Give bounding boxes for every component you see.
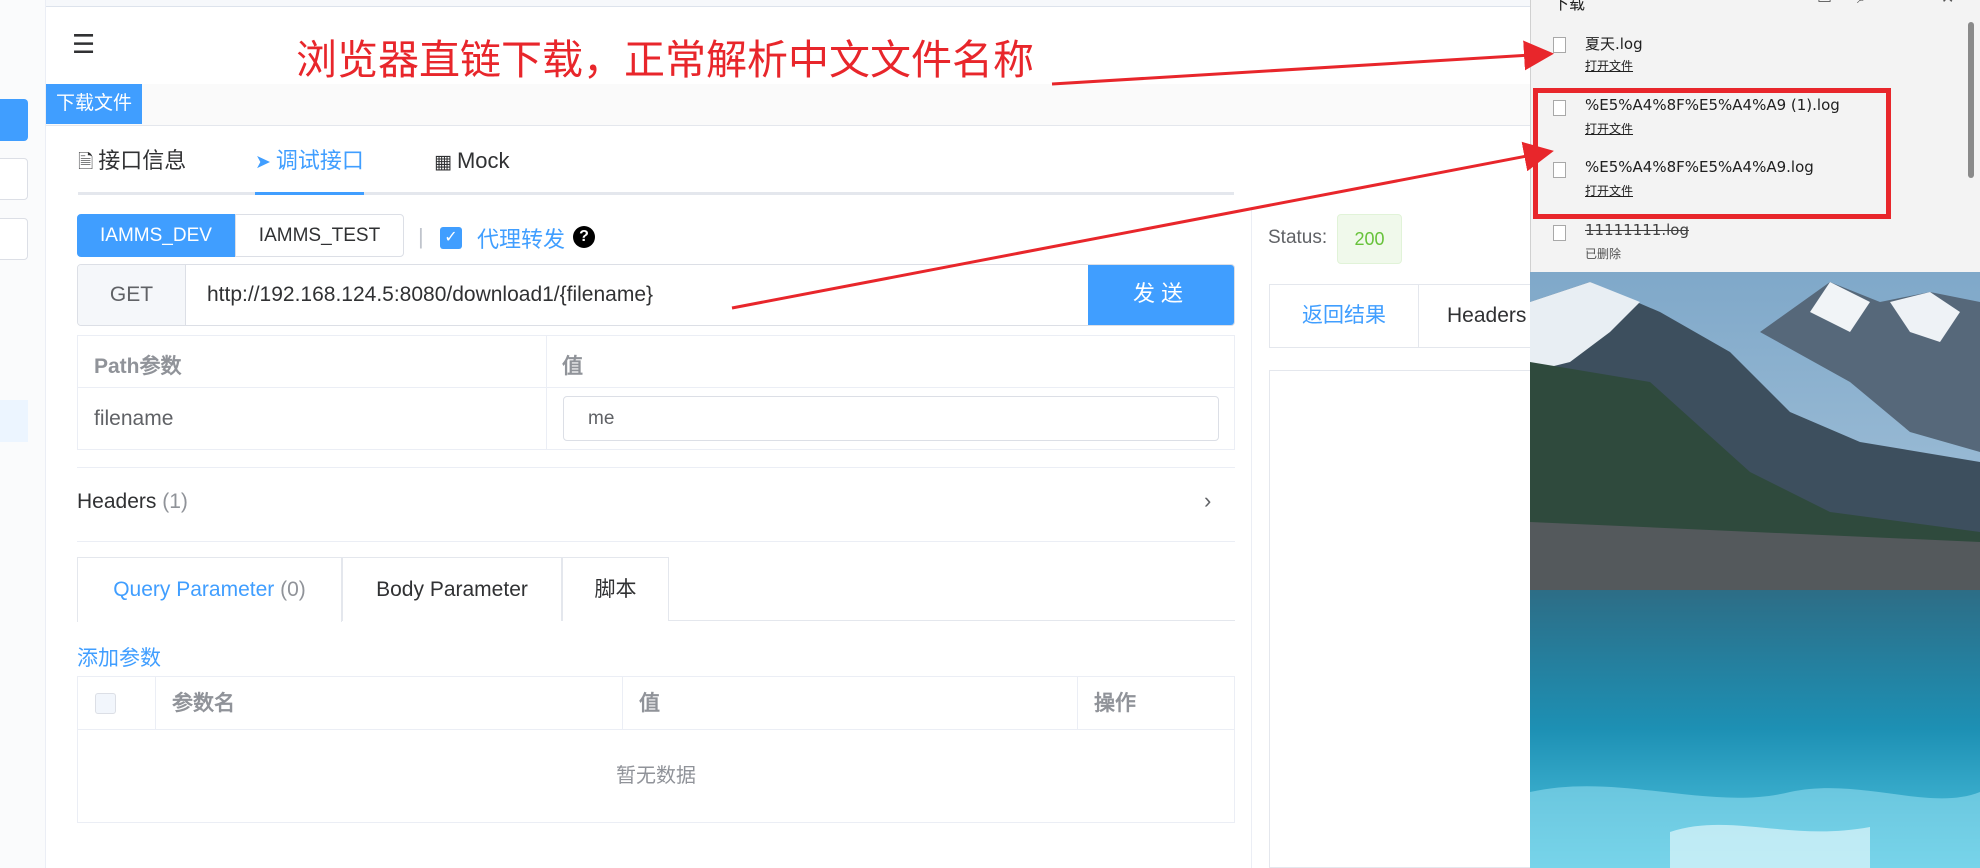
- download-item[interactable]: 11111111.log 已删除: [1553, 221, 1933, 272]
- col-actions: 操作: [1077, 677, 1236, 730]
- sidebar-selected-item[interactable]: [0, 400, 28, 442]
- tab-interface-info[interactable]: 🗎 接口信息: [78, 140, 186, 195]
- url-input[interactable]: [186, 265, 1088, 325]
- send-button[interactable]: 发送: [1088, 265, 1234, 325]
- tab-label: 脚本: [594, 578, 637, 601]
- sidebar-primary-button[interactable]: [0, 99, 28, 141]
- file-icon: [1553, 225, 1566, 241]
- open-file-link[interactable]: 打开文件: [1585, 57, 1633, 74]
- divider-pipe: |: [418, 224, 424, 249]
- deleted-status: 已删除: [1585, 247, 1622, 261]
- tab-count: (0): [280, 578, 306, 601]
- param-tabs: Query Parameter (0) Body Parameter 脚本: [77, 557, 1235, 622]
- annotation-arrow: [1051, 40, 1554, 86]
- folder-icon[interactable]: ▭: [1817, 0, 1832, 7]
- add-param-link[interactable]: 添加参数: [77, 642, 161, 672]
- sidebar-check-box[interactable]: [0, 158, 28, 200]
- app-root: ☰ 浏览器直链下载，正常解析中文文件名称 下载文件 🗎 接口信息 ➤ 调试接口 ▦ M…: [0, 0, 1980, 868]
- headers-collapse[interactable]: Headers (1): [77, 490, 188, 514]
- column-divider: [546, 336, 547, 449]
- tab-debug-interface[interactable]: ➤ 调试接口: [255, 140, 364, 195]
- paper-plane-icon: ➤: [255, 152, 271, 173]
- col-param-name: 参数名: [155, 677, 622, 730]
- scrollbar[interactable]: [1968, 22, 1974, 178]
- tab-script[interactable]: 脚本: [562, 557, 669, 621]
- panel-divider: [1251, 210, 1252, 868]
- empty-text: 暂无数据: [616, 765, 696, 787]
- tab-label: Mock: [456, 148, 510, 173]
- document-icon: 🗎: [78, 152, 94, 173]
- desktop-wallpaper: [1530, 272, 1980, 868]
- tag-download-file[interactable]: 下载文件: [46, 84, 143, 124]
- proxy-label[interactable]: 代理转发: [477, 222, 565, 254]
- tab-label: 调试接口: [275, 148, 364, 173]
- response-body: [1269, 370, 1569, 868]
- proxy-checkbox[interactable]: ✓: [440, 227, 462, 249]
- tab-mock[interactable]: ▦ Mock: [434, 140, 510, 195]
- col-path-param: Path参数: [94, 355, 182, 378]
- env-test-button[interactable]: IAMMS_TEST: [235, 214, 404, 257]
- method-select[interactable]: GET: [78, 265, 186, 325]
- path-params-table: Path参数 值 filename me: [77, 335, 1235, 450]
- tab-label: Query Parameter: [113, 578, 275, 601]
- annotation-highlight-box: [1533, 88, 1891, 219]
- downloads-title: 下载: [1553, 0, 1586, 13]
- env-dev-button[interactable]: IAMMS_DEV: [77, 214, 235, 257]
- left-sidebar: [0, 0, 46, 868]
- select-all-checkbox[interactable]: [95, 693, 116, 714]
- tab-response-result[interactable]: 返回结果: [1270, 285, 1419, 347]
- query-params-table: 参数名 值 操作 暂无数据: [77, 676, 1235, 823]
- file-icon: [1553, 37, 1566, 53]
- main-tabs: 🗎 接口信息 ➤ 调试接口 ▦ Mock: [78, 140, 1234, 195]
- tab-label: 接口信息: [98, 148, 187, 173]
- divider: [77, 467, 1235, 468]
- table-header: 参数名 值 操作: [78, 677, 1234, 730]
- divider: [77, 541, 1235, 542]
- param-value-input[interactable]: me: [563, 396, 1219, 441]
- headers-label: Headers: [77, 490, 157, 513]
- headers-count: (1): [162, 490, 188, 513]
- annotation-title: 浏览器直链下载，正常解析中文文件名称: [296, 36, 1034, 84]
- param-name-filename: filename: [94, 407, 174, 430]
- download-name: 夏天.log: [1585, 35, 1643, 53]
- col-value: 值: [562, 355, 583, 378]
- menu-fold-icon[interactable]: ☰: [72, 31, 100, 57]
- col-value: 值: [622, 677, 1077, 730]
- table-header: Path参数 值: [78, 336, 1234, 388]
- response-tabs: 返回结果 Headers: [1269, 284, 1569, 348]
- help-icon[interactable]: ?: [573, 226, 595, 248]
- search-icon[interactable]: ⌕: [1857, 0, 1866, 8]
- status-badge: 200: [1337, 214, 1402, 264]
- pin-icon[interactable]: ✕: [1941, 0, 1954, 7]
- download-name: 11111111.log: [1585, 221, 1689, 239]
- tab-label: Body Parameter: [376, 578, 528, 601]
- status-label: Status:: [1268, 227, 1328, 248]
- tab-body-parameter[interactable]: Body Parameter: [342, 557, 562, 621]
- tab-query-parameter[interactable]: Query Parameter (0): [77, 557, 342, 622]
- request-bar: GET 发送: [77, 264, 1235, 326]
- chevron-right-icon[interactable]: ›: [1204, 488, 1211, 514]
- download-item[interactable]: 夏天.log 打开文件: [1553, 33, 1933, 91]
- tags-view-bar: [46, 84, 1556, 126]
- sidebar-input-box[interactable]: [0, 218, 28, 260]
- top-bar: [46, 0, 1556, 7]
- chart-icon: ▦: [434, 152, 452, 173]
